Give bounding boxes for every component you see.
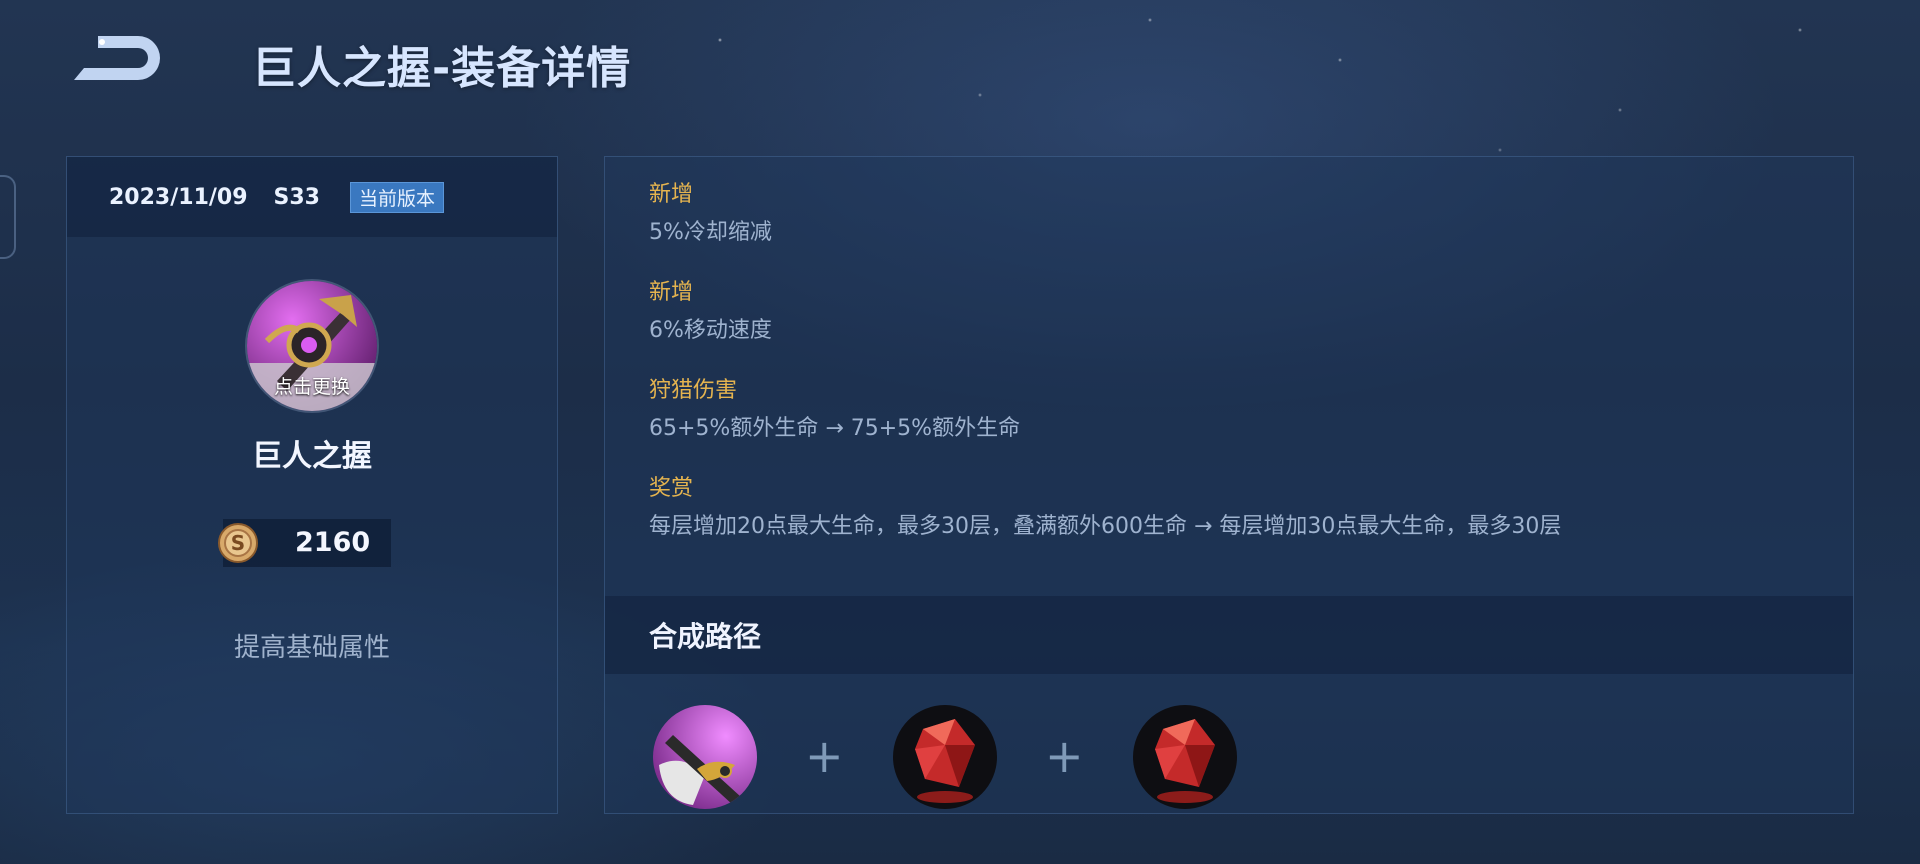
change-entry: 新增 5%冷却缩减: [649, 177, 1833, 275]
current-version-badge: 当前版本: [350, 181, 445, 213]
change-entry: 新增 6%移动速度: [649, 275, 1833, 373]
price-box: S 2160: [218, 519, 391, 567]
item-summary-panel: 2023/11/09 S33 当前版本 点击更换 巨人之握 S 2160 提高基…: [66, 156, 558, 814]
version-bar: 2023/11/09 S33 当前版本: [67, 157, 557, 237]
plus-sign: +: [1045, 729, 1084, 783]
version-date: 2023/11/09: [109, 184, 248, 210]
change-entry: 奖赏 每层增加20点最大生命，最多30层，叠满额外600生命 → 每层增加30点…: [649, 471, 1833, 569]
recipe-header: 合成路径: [605, 596, 1853, 674]
red-crystal-icon: [1133, 705, 1237, 809]
change-list: 新增 5%冷却缩减 新增 6%移动速度 狩猎伤害 65+5%额外生命 → 75+…: [649, 177, 1833, 569]
change-title: 新增: [649, 182, 694, 207]
change-item-label: 点击更换: [273, 376, 350, 398]
recipe-title: 合成路径: [649, 620, 762, 653]
page-header: 巨人之握-装备详情: [68, 28, 630, 94]
red-crystal-icon: [893, 705, 997, 809]
plus-sign: +: [805, 729, 844, 783]
recipe-item-axe[interactable]: [653, 705, 757, 809]
change-text: 5%冷却缩减: [649, 220, 772, 245]
item-icon-button[interactable]: 点击更换: [247, 281, 377, 411]
item-description: 提高基础属性: [233, 633, 390, 663]
recipe-item-crystal[interactable]: [893, 705, 997, 809]
item-detail-panel: 新增 5%冷却缩减 新增 6%移动速度 狩猎伤害 65+5%额外生命 → 75+…: [604, 156, 1854, 814]
axe-item-icon: [653, 705, 757, 809]
change-title: 奖赏: [649, 476, 694, 501]
change-title: 新增: [649, 280, 694, 305]
recipe-row: + +: [653, 705, 1353, 809]
change-title: 狩猎伤害: [649, 378, 738, 403]
recipe-item-crystal[interactable]: [1133, 705, 1237, 809]
gold-coin-icon: S: [218, 523, 258, 563]
svg-text:S: S: [231, 531, 245, 555]
change-entry: 狩猎伤害 65+5%额外生命 → 75+5%额外生命: [649, 373, 1833, 471]
change-text: 65+5%额外生命 → 75+5%额外生命: [649, 416, 1021, 441]
change-text: 每层增加20点最大生命，最多30层，叠满额外600生命 → 每层增加30点最大生…: [649, 514, 1562, 539]
page-title: 巨人之握-装备详情: [252, 43, 632, 94]
change-text: 6%移动速度: [649, 318, 772, 343]
back-arrow-icon[interactable]: [68, 30, 164, 86]
item-price: 2160: [295, 527, 371, 558]
version-season: S33: [273, 184, 320, 210]
side-tab-handle[interactable]: [0, 175, 16, 259]
item-name: 巨人之握: [252, 439, 372, 474]
